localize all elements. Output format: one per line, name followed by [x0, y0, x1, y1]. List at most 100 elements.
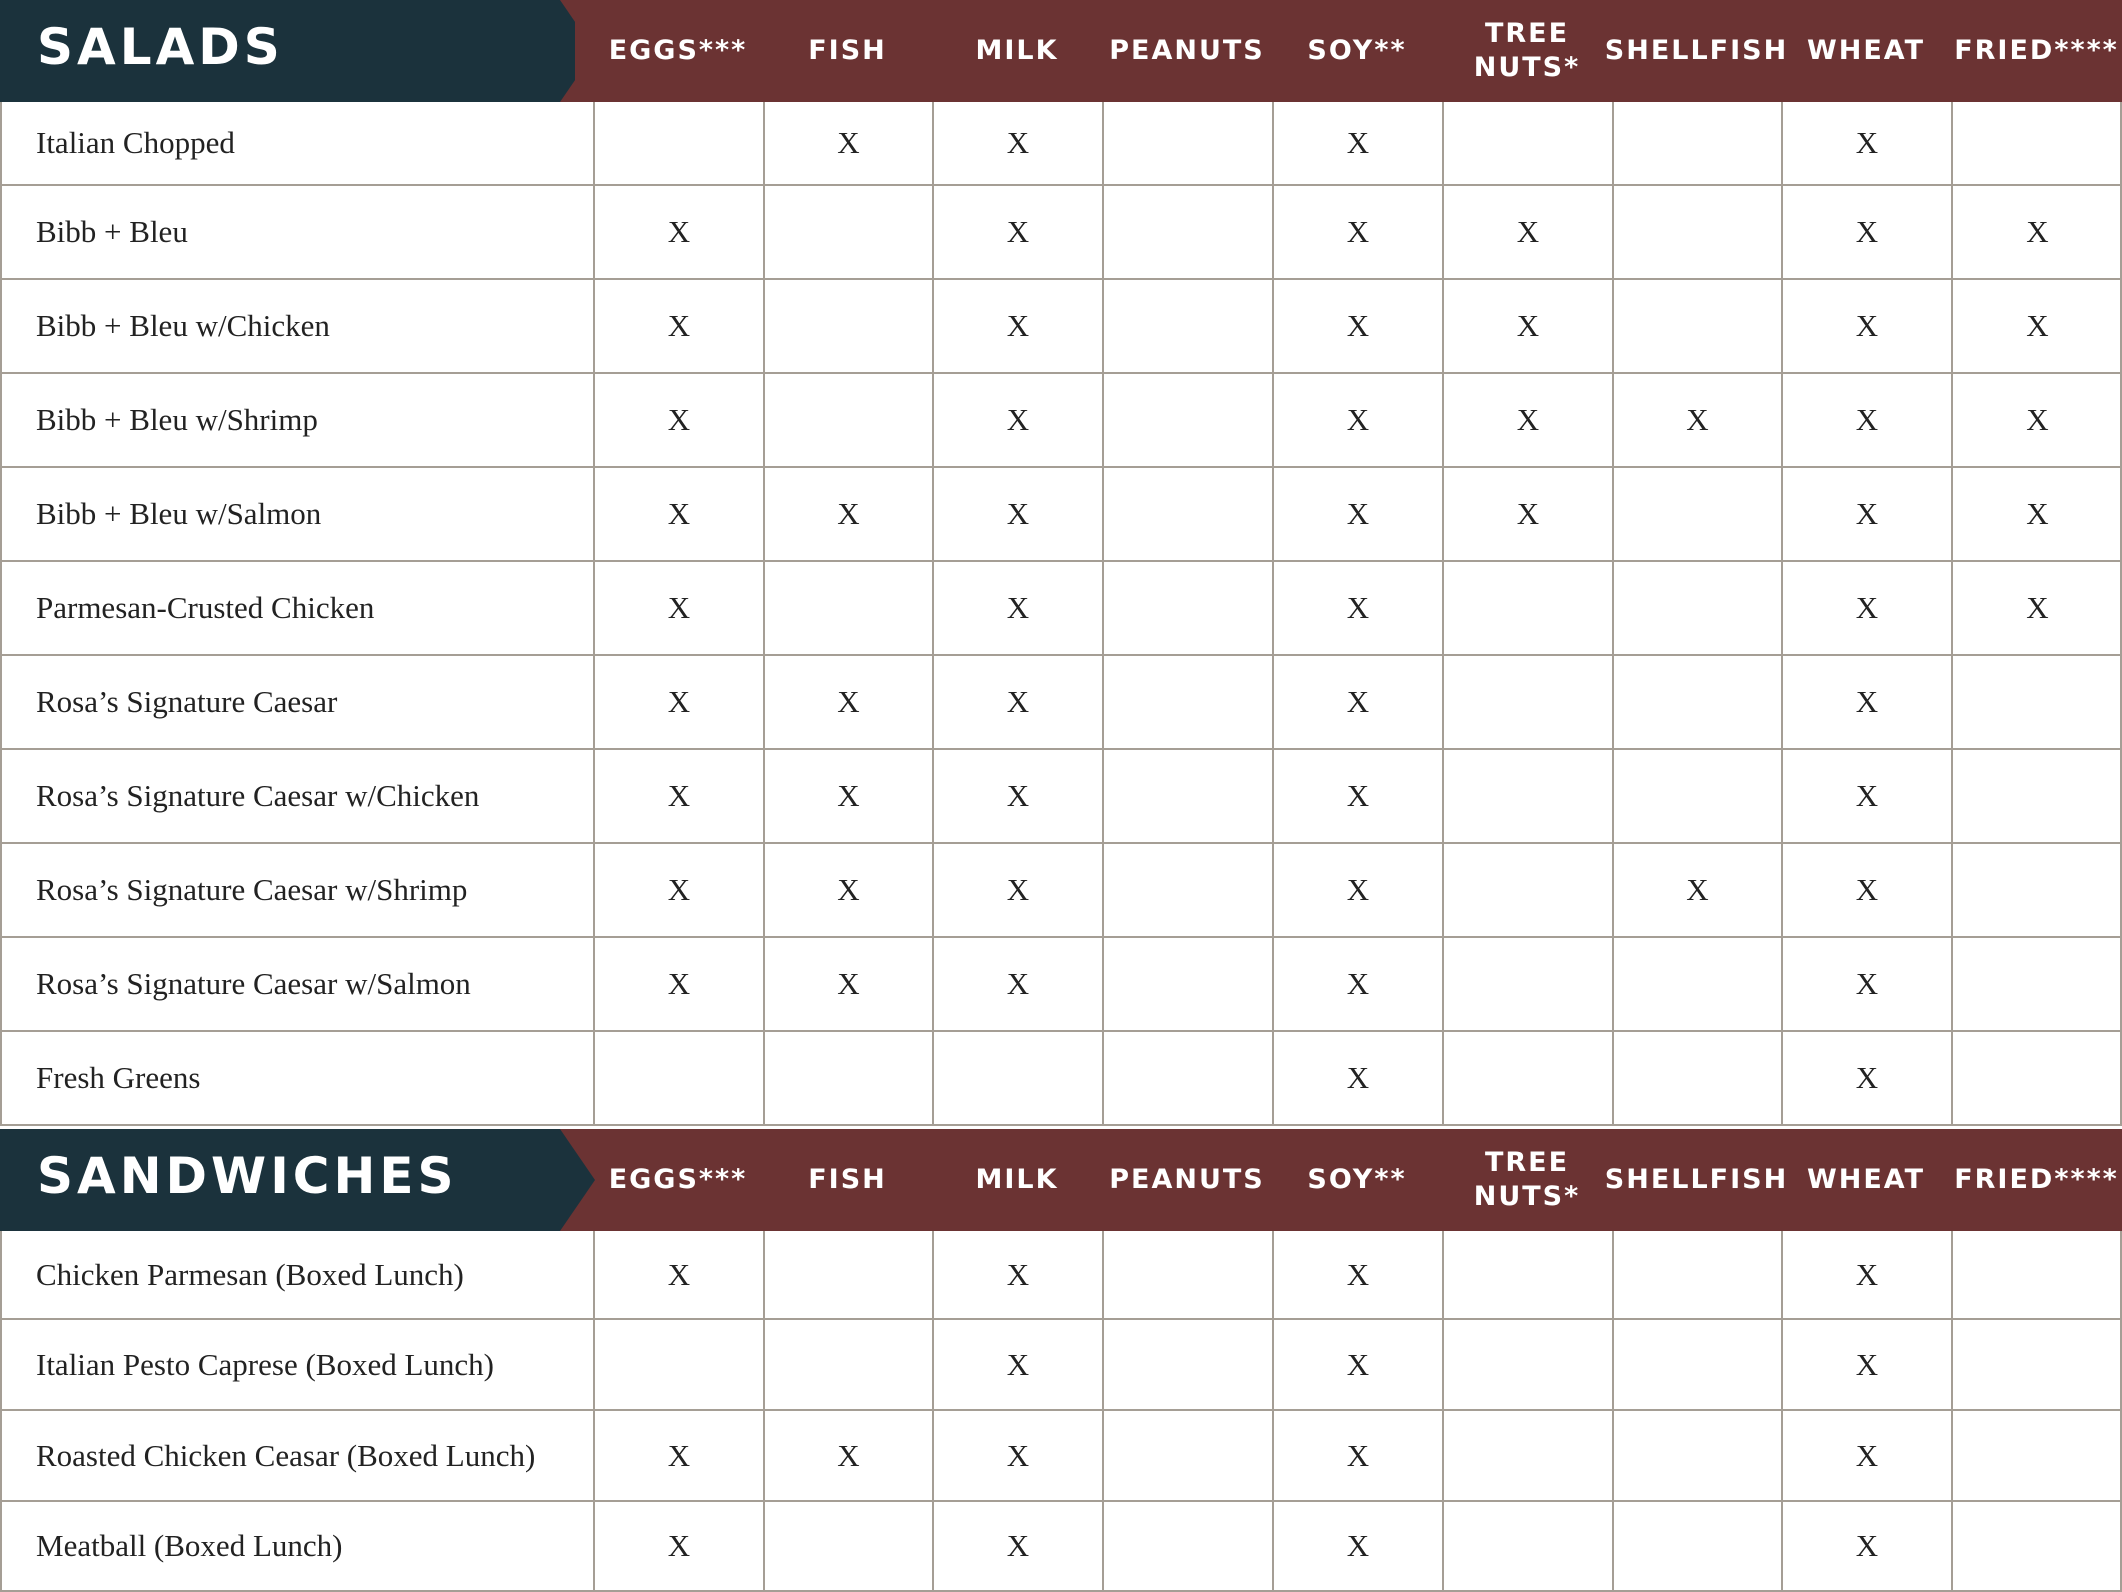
- allergen-cell: X: [1272, 280, 1442, 372]
- menu-item-name: Bibb + Bleu w/Salmon: [36, 496, 322, 531]
- allergen-cell: X: [763, 656, 932, 748]
- allergen-cell: [1102, 1231, 1272, 1318]
- allergen-cell: [1102, 844, 1272, 936]
- allergen-cell: X: [763, 102, 932, 184]
- table-row: Bibb + Bleu w/Chicken X X X X X X: [0, 280, 2122, 374]
- allergen-cell: X: [593, 374, 763, 466]
- allergen-cell: [763, 1032, 932, 1124]
- allergen-cell: X: [932, 374, 1102, 466]
- menu-item-name: Rosa’s Signature Caesar: [36, 684, 338, 719]
- allergen-cell: X: [1442, 186, 1612, 278]
- table-row: Roasted Chicken Ceasar (Boxed Lunch) X X X X…: [0, 1411, 2122, 1502]
- allergen-cell: X: [932, 1411, 1102, 1500]
- table-row: Rosa’s Signature Caesar X X X X X: [0, 656, 2122, 750]
- allergen-cell: X: [932, 102, 1102, 184]
- menu-item-name: Rosa’s Signature Caesar w/Chicken: [36, 778, 480, 813]
- allergen-cell: X: [593, 750, 763, 842]
- allergen-cell: [1102, 280, 1272, 372]
- allergen-cell: [763, 1231, 932, 1318]
- allergen-cell: X: [1951, 562, 2122, 654]
- allergen-cell: X: [593, 656, 763, 748]
- column-header: FISH: [808, 1164, 887, 1195]
- allergen-cell: X: [1612, 844, 1781, 936]
- allergen-cell: X: [593, 1502, 763, 1590]
- row-left-border: [0, 1411, 2, 1500]
- allergen-cell: X: [593, 468, 763, 560]
- menu-item-name: Italian Pesto Caprese (Boxed Lunch): [36, 1346, 494, 1382]
- column-header: FRIED****: [1954, 1164, 2119, 1195]
- allergen-cell: X: [1781, 938, 1951, 1030]
- row-left-border: [0, 186, 2, 278]
- allergen-cell: X: [932, 1231, 1102, 1318]
- allergen-cell: [593, 102, 763, 184]
- menu-item-name: Roasted Chicken Ceasar (Boxed Lunch): [36, 1437, 536, 1473]
- allergen-cell: X: [763, 938, 932, 1030]
- allergen-cell: X: [1272, 186, 1442, 278]
- allergen-cell: [1102, 186, 1272, 278]
- allergen-cell: [1442, 938, 1612, 1030]
- allergen-cell: X: [763, 468, 932, 560]
- table-row: Bibb + Bleu w/Salmon X X X X X X X: [0, 468, 2122, 562]
- menu-item-name: Chicken Parmesan (Boxed Lunch): [36, 1256, 464, 1292]
- table-row: Rosa’s Signature Caesar w/Salmon X X X X X: [0, 938, 2122, 1032]
- allergen-cell: X: [763, 1411, 932, 1500]
- column-header: SOY**: [1307, 1164, 1407, 1195]
- allergen-cell: X: [1781, 1231, 1951, 1318]
- allergen-cell: [763, 186, 932, 278]
- allergen-cell: [1612, 1411, 1781, 1500]
- table-row: Bibb + Bleu X X X X X X: [0, 186, 2122, 280]
- allergen-cell: X: [1442, 374, 1612, 466]
- allergen-cell: X: [1272, 1502, 1442, 1590]
- allergen-cell: [1442, 844, 1612, 936]
- allergen-cell: X: [1781, 374, 1951, 466]
- column-header: EGGS***: [608, 35, 748, 66]
- menu-item-name: Rosa’s Signature Caesar w/Salmon: [36, 966, 471, 1001]
- allergen-cell: [1612, 186, 1781, 278]
- allergen-cell: X: [1951, 468, 2122, 560]
- allergen-cell: X: [593, 562, 763, 654]
- allergen-cell: X: [1272, 102, 1442, 184]
- row-left-border: [0, 938, 2, 1030]
- column-header: SOY**: [1307, 35, 1407, 66]
- column-header: TREE NUTS*: [1473, 1147, 1581, 1212]
- column-header: MILK: [975, 1164, 1059, 1195]
- allergen-cell: X: [593, 1231, 763, 1318]
- column-header: EGGS***: [608, 1164, 748, 1195]
- allergen-cell: X: [1781, 844, 1951, 936]
- allergen-cell: [1102, 938, 1272, 1030]
- allergen-cell: [1442, 656, 1612, 748]
- section-title: SALADS: [37, 18, 284, 76]
- allergen-cell: X: [1272, 938, 1442, 1030]
- row-left-border: [0, 750, 2, 842]
- allergen-cell: [763, 374, 932, 466]
- allergen-cell: X: [1781, 1032, 1951, 1124]
- row-left-border: [0, 102, 2, 184]
- row-left-border: [0, 562, 2, 654]
- table-row: Rosa’s Signature Caesar w/Shrimp X X X X X X: [0, 844, 2122, 938]
- allergen-cell: [1612, 1502, 1781, 1590]
- allergen-cell: [1442, 750, 1612, 842]
- menu-item-name: Bibb + Bleu: [36, 214, 188, 249]
- menu-item-name: Meatball (Boxed Lunch): [36, 1528, 343, 1563]
- allergen-cell: X: [932, 562, 1102, 654]
- allergen-cell: [1102, 1320, 1272, 1409]
- allergen-cell: X: [1951, 374, 2122, 466]
- column-header: FRIED****: [1954, 35, 2119, 66]
- allergen-cell: [1951, 844, 2122, 936]
- row-left-border: [0, 844, 2, 936]
- table-row: Chicken Parmesan (Boxed Lunch) X X X X: [0, 1231, 2122, 1320]
- allergen-cell: X: [1272, 844, 1442, 936]
- table-row: Bibb + Bleu w/Shrimp X X X X X X X: [0, 374, 2122, 468]
- allergen-cell: X: [932, 938, 1102, 1030]
- row-left-border: [0, 1231, 2, 1318]
- column-header: SHELLFISH: [1604, 35, 1789, 66]
- column-header: FISH: [808, 35, 887, 66]
- menu-item-name: Bibb + Bleu w/Chicken: [36, 308, 330, 343]
- allergen-cell: X: [932, 1502, 1102, 1590]
- allergen-cell: [763, 1320, 932, 1409]
- table-row: Rosa’s Signature Caesar w/Chicken X X X X X: [0, 750, 2122, 844]
- table-row: Parmesan-Crusted Chicken X X X X X: [0, 562, 2122, 656]
- allergen-cell: [1102, 750, 1272, 842]
- allergen-cell: X: [593, 938, 763, 1030]
- allergen-cell: [593, 1320, 763, 1409]
